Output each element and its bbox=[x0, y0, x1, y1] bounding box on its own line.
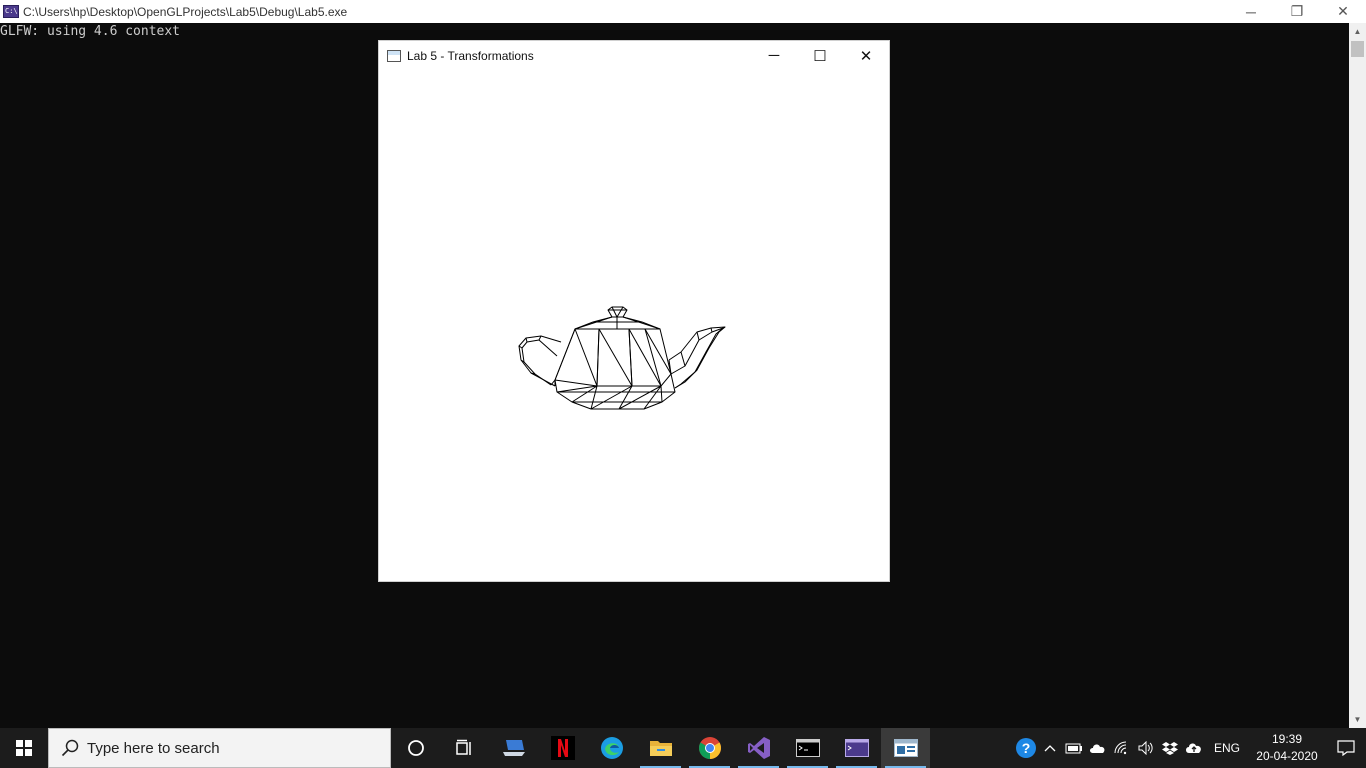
console-scrollbar[interactable]: ▲ ▼ bbox=[1349, 23, 1366, 728]
language-indicator[interactable]: ENG bbox=[1214, 741, 1240, 755]
cloud-upload-icon bbox=[1185, 743, 1201, 753]
gl-minimize-button[interactable]: ─ bbox=[751, 41, 797, 70]
gl-window-icon bbox=[387, 49, 401, 62]
laptop-app-button[interactable] bbox=[489, 728, 538, 768]
gl-render-canvas[interactable] bbox=[379, 70, 889, 581]
notification-icon bbox=[1337, 740, 1355, 756]
cortana-icon bbox=[407, 740, 424, 756]
scroll-thumb[interactable] bbox=[1351, 41, 1364, 57]
terminal-icon bbox=[795, 739, 820, 757]
gl-window: Lab 5 - Transformations ─ ☐ ✕ bbox=[378, 40, 890, 582]
cloud-sync-tray-button[interactable] bbox=[1182, 728, 1206, 768]
help-icon: ? bbox=[1015, 738, 1036, 758]
console-minimize-button[interactable]: ─ bbox=[1228, 0, 1274, 23]
gl-app-button[interactable] bbox=[881, 728, 930, 768]
chrome-icon bbox=[698, 737, 721, 759]
console-app-button[interactable] bbox=[832, 728, 881, 768]
gl-window-title: Lab 5 - Transformations bbox=[407, 48, 534, 63]
battery-tray-button[interactable] bbox=[1062, 728, 1086, 768]
dropbox-tray-button[interactable] bbox=[1158, 728, 1182, 768]
console-restore-button[interactable]: ❐ bbox=[1274, 0, 1320, 23]
netflix-button[interactable] bbox=[538, 728, 587, 768]
file-explorer-icon bbox=[649, 741, 672, 756]
search-icon bbox=[61, 739, 79, 757]
gl-app-icon bbox=[893, 739, 918, 757]
console-window-controls: ─ ❐ ✕ bbox=[1228, 0, 1366, 23]
visual-studio-button[interactable] bbox=[734, 728, 783, 768]
search-box[interactable]: Type here to search bbox=[48, 728, 391, 768]
clock-date: 20-04-2020 bbox=[1256, 749, 1318, 763]
scroll-down-arrow-icon[interactable]: ▼ bbox=[1349, 711, 1366, 728]
svg-text:?: ? bbox=[1022, 740, 1031, 756]
gl-window-controls: ─ ☐ ✕ bbox=[751, 41, 889, 70]
console-output: GLFW: using 4.6 context bbox=[0, 24, 181, 39]
search-placeholder: Type here to search bbox=[87, 739, 220, 757]
wifi-tray-button[interactable] bbox=[1110, 728, 1134, 768]
console-app-icon bbox=[3, 5, 19, 18]
edge-icon bbox=[600, 737, 623, 759]
cloud-icon bbox=[1089, 744, 1105, 753]
task-view-icon bbox=[455, 739, 471, 755]
clock-time: 19:39 bbox=[1271, 732, 1303, 746]
console-close-button[interactable]: ✕ bbox=[1320, 0, 1366, 23]
console-app-icon bbox=[844, 739, 869, 757]
clock[interactable]: 19:39 20-04-2020 bbox=[1256, 731, 1318, 765]
volume-tray-button[interactable] bbox=[1134, 728, 1158, 768]
netflix-icon bbox=[550, 736, 575, 760]
chevron-up-icon bbox=[1044, 745, 1056, 752]
file-explorer-button[interactable] bbox=[636, 728, 685, 768]
notification-center-button[interactable] bbox=[1326, 728, 1366, 768]
cortana-button[interactable] bbox=[391, 728, 440, 768]
terminal-button[interactable] bbox=[783, 728, 832, 768]
onedrive-tray-button[interactable] bbox=[1086, 728, 1110, 768]
gl-close-button[interactable]: ✕ bbox=[843, 41, 889, 70]
volume-icon bbox=[1138, 741, 1153, 755]
battery-icon bbox=[1065, 743, 1082, 754]
console-titlebar[interactable]: C:\Users\hp\Desktop\OpenGLProjects\Lab5\… bbox=[0, 0, 1366, 23]
gl-maximize-button[interactable]: ☐ bbox=[797, 41, 843, 70]
taskbar: Type here to search ? ENG 19:39 20-04-20… bbox=[0, 728, 1366, 768]
show-hidden-icons-button[interactable] bbox=[1038, 728, 1062, 768]
windows-logo-icon bbox=[16, 740, 32, 756]
laptop-app-icon bbox=[502, 740, 525, 756]
gl-window-titlebar[interactable]: Lab 5 - Transformations ─ ☐ ✕ bbox=[379, 41, 889, 70]
console-window-title: C:\Users\hp\Desktop\OpenGLProjects\Lab5\… bbox=[23, 4, 348, 19]
wifi-icon bbox=[1114, 741, 1127, 755]
teapot-wireframe bbox=[518, 306, 726, 410]
edge-button[interactable] bbox=[587, 728, 636, 768]
system-tray: ? ENG 19:39 20-04-2020 bbox=[1014, 728, 1366, 768]
visual-studio-icon bbox=[747, 737, 770, 759]
dropbox-icon bbox=[1161, 742, 1178, 755]
start-button[interactable] bbox=[0, 728, 48, 768]
chrome-button[interactable] bbox=[685, 728, 734, 768]
scroll-up-arrow-icon[interactable]: ▲ bbox=[1349, 23, 1366, 40]
task-view-button[interactable] bbox=[440, 728, 489, 768]
help-tray-button[interactable]: ? bbox=[1014, 728, 1038, 768]
